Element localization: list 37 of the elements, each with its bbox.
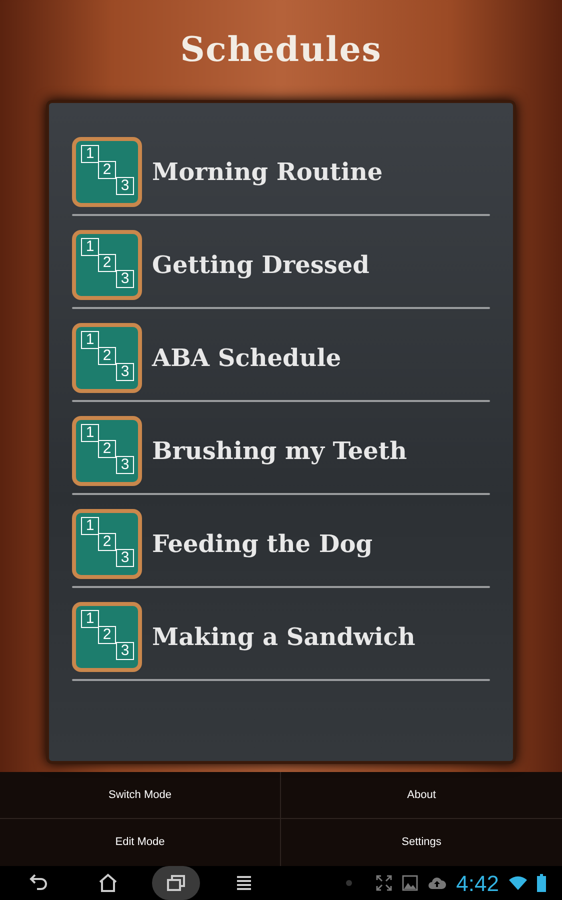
step-number: 2: [98, 626, 116, 644]
step-number: 2: [98, 347, 116, 365]
step-number: 1: [81, 238, 99, 256]
schedule-title[interactable]: Brushing my Teeth: [152, 433, 407, 469]
recent-apps-button[interactable]: [152, 866, 200, 900]
step-number: 3: [116, 642, 134, 660]
step-number: 3: [116, 456, 134, 474]
step-number: 1: [81, 331, 99, 349]
cloud-upload-icon: [428, 876, 446, 890]
battery-icon: [537, 874, 546, 892]
step-number: 2: [98, 533, 116, 551]
schedule-title[interactable]: Making a Sandwich: [152, 619, 416, 655]
step-number: 2: [98, 254, 116, 272]
menu-item[interactable]: About: [281, 772, 562, 819]
step-number: 1: [81, 145, 99, 163]
schedule-title[interactable]: Feeding the Dog: [152, 526, 373, 562]
screen-title: Schedules: [180, 28, 382, 72]
schedule-title[interactable]: ABA Schedule: [152, 340, 342, 376]
step-number: 3: [116, 549, 134, 567]
image-icon: [402, 875, 418, 891]
step-number: 3: [116, 177, 134, 195]
step-number: 2: [98, 161, 116, 179]
expand-icon: [376, 875, 392, 891]
menu-item[interactable]: Switch Mode: [0, 772, 281, 819]
step-number: 1: [81, 424, 99, 442]
step-number: 1: [81, 517, 99, 535]
schedule-title[interactable]: Morning Routine: [152, 154, 383, 190]
step-number: 3: [116, 363, 134, 381]
step-number: 1: [81, 610, 99, 628]
clock-time: 4:42: [456, 870, 499, 898]
menu-item[interactable]: Settings: [281, 819, 562, 866]
step-number: 2: [98, 440, 116, 458]
step-number: 3: [116, 270, 134, 288]
schedule-title[interactable]: Getting Dressed: [152, 247, 370, 283]
home-icon: [97, 872, 119, 894]
wifi-icon: [509, 876, 527, 890]
recent-apps-icon: [165, 872, 187, 894]
